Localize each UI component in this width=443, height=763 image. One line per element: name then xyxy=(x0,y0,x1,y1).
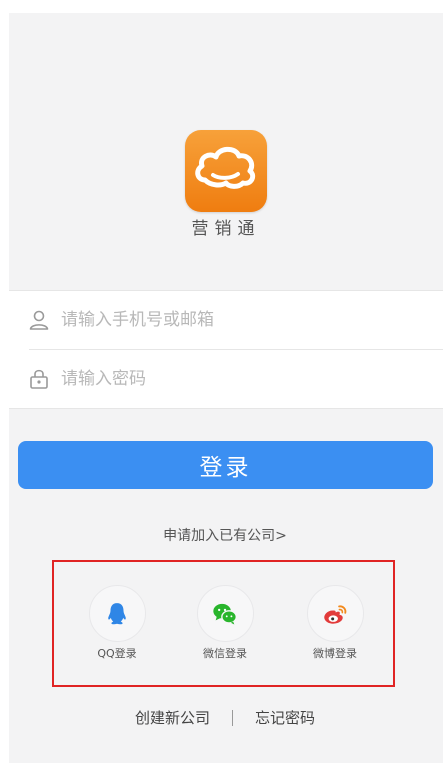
forgot-password-link[interactable]: 忘记密码 xyxy=(255,707,315,728)
wechat-login-button[interactable]: 微信登录 xyxy=(185,585,265,661)
weibo-icon xyxy=(324,604,347,624)
wechat-icon-circle[interactable] xyxy=(196,585,254,642)
weibo-icon-circle[interactable] xyxy=(306,585,364,642)
user-icon xyxy=(29,310,49,330)
app-logo xyxy=(185,130,267,212)
create-company-link[interactable]: 创建新公司 xyxy=(135,707,210,728)
login-form xyxy=(9,290,443,409)
qq-icon-circle[interactable] xyxy=(88,585,146,642)
app-name: 营销通 xyxy=(191,219,261,239)
account-input[interactable] xyxy=(61,305,443,335)
footer-divider xyxy=(232,709,233,726)
join-company-link[interactable]: 申请加入已有公司> xyxy=(120,525,330,545)
footer-links: 创建新公司 忘记密码 xyxy=(110,707,340,728)
wechat-login-label: 微信登录 xyxy=(203,647,247,660)
weibo-login-button[interactable]: 微博登录 xyxy=(295,585,375,661)
account-field xyxy=(9,291,443,349)
qq-icon xyxy=(108,602,126,624)
qq-login-label: QQ登录 xyxy=(97,647,137,660)
password-field xyxy=(9,350,443,408)
qq-login-button[interactable]: QQ登录 xyxy=(77,585,157,661)
login-button[interactable]: 登录 xyxy=(18,441,433,489)
password-input[interactable] xyxy=(61,364,443,394)
lock-icon xyxy=(30,369,48,389)
weibo-login-label: 微博登录 xyxy=(313,647,357,660)
wechat-icon xyxy=(213,603,238,624)
cloud-icon xyxy=(195,146,256,189)
